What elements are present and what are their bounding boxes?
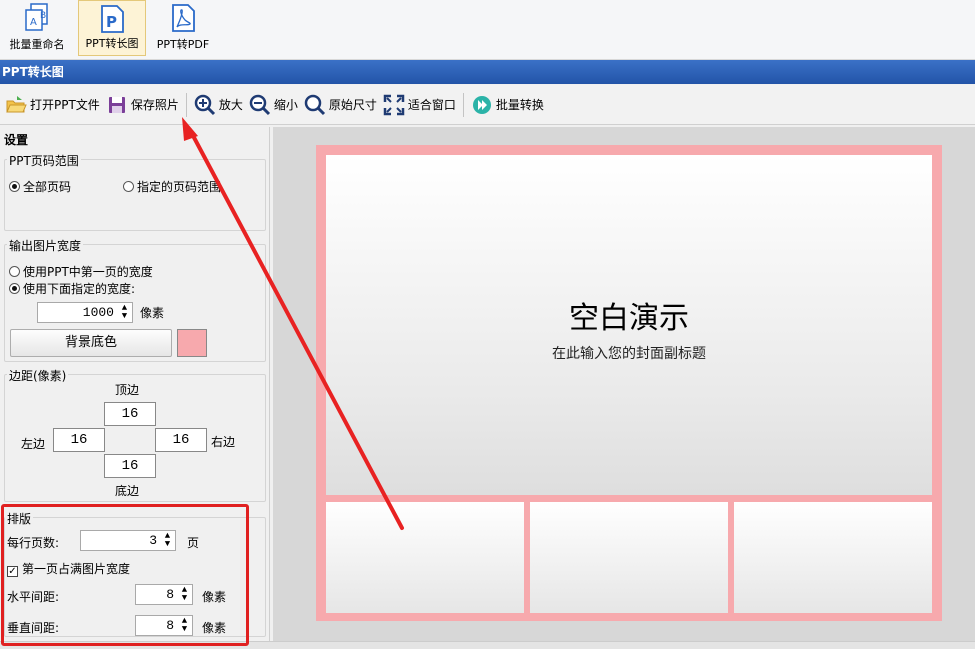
batch-rename-icon: A B [25, 3, 48, 31]
right-margin-label: 右边 [211, 435, 236, 449]
svg-text:P: P [106, 13, 117, 31]
settings-header: 设置 [4, 133, 29, 147]
left-margin-label: 左边 [21, 437, 46, 451]
slide-thumbnail [326, 502, 524, 613]
radio-all-pages-label: 全部页码 [23, 180, 72, 194]
radio-use-custom-label: 使用下面指定的宽度: [23, 282, 136, 296]
zoom-in-button[interactable]: 放大 [191, 90, 246, 120]
slide-subtitle: 在此输入您的封面副标题 [552, 346, 706, 362]
ribbon-batch-rename-button[interactable]: A B 批量重命名 [2, 0, 72, 56]
open-folder-icon [6, 95, 27, 112]
toolbar: 打开PPT文件 保存照片 放大 缩小 原始尺寸 适合窗口 批量转换 [0, 85, 975, 125]
batch-convert-button[interactable]: 批量转换 [468, 90, 547, 120]
slide-thumbnail [530, 502, 728, 613]
radio-use-first-label: 使用PPT中第一页的宽度 [23, 265, 153, 279]
slide-title: 空白演示 [569, 301, 689, 336]
preview-area[interactable]: 空白演示 在此输入您的封面副标题 [273, 127, 975, 641]
margins-title: 边距(像素) [7, 367, 69, 384]
highlight-box [1, 504, 249, 646]
background-color-swatch[interactable] [177, 329, 207, 357]
ribbon-label: 批量重命名 [9, 38, 65, 51]
margins-group: 边距(像素) 顶边 16 左边 16 16 右边 16 底边 [4, 367, 266, 502]
ribbon-ppt-long-image-button[interactable]: P PPT转长图 [78, 0, 146, 56]
top-margin-input[interactable]: 16 [104, 402, 156, 426]
zoom-out-button[interactable]: 缩小 [246, 90, 301, 120]
bottom-margin-label: 底边 [115, 484, 140, 498]
output-width-group: 输出图片宽度 使用PPT中第一页的宽度 使用下面指定的宽度: 1000 ▲ ▼ 像… [4, 237, 266, 362]
radio-button[interactable] [9, 283, 20, 294]
ppt-icon: P [101, 5, 124, 33]
fit-window-label: 适合窗口 [407, 98, 456, 112]
background-color-label: 背景底色 [64, 335, 117, 350]
save-photo-label: 保存照片 [130, 98, 179, 112]
radio-button[interactable] [9, 266, 20, 277]
width-unit: 像素 [140, 306, 165, 320]
page-range-title: PPT页码范围 [7, 152, 81, 169]
radio-button[interactable] [9, 181, 20, 192]
fit-window-button[interactable]: 适合窗口 [380, 90, 459, 120]
panel-title: PPT转长图 [2, 65, 64, 79]
toolbar-separator [462, 92, 464, 117]
left-margin-input[interactable]: 16 [53, 428, 105, 452]
ribbon-ppt-to-pdf-button[interactable]: PPT转PDF [150, 0, 216, 56]
ribbon: A B 批量重命名 P PPT转长图 PPT转PDF [0, 0, 975, 60]
radio-use-first-page-width[interactable]: 使用PPT中第一页的宽度 [9, 263, 153, 280]
zoom-out-label: 缩小 [273, 98, 298, 112]
open-ppt-button[interactable]: 打开PPT文件 [2, 90, 103, 120]
app-window: A B 批量重命名 P PPT转长图 PPT转PDF PPT转长图 打开PPT文… [0, 0, 975, 649]
fit-window-icon [383, 94, 405, 115]
output-width-title: 输出图片宽度 [7, 237, 84, 254]
right-margin-input[interactable]: 16 [155, 428, 207, 452]
open-ppt-label: 打开PPT文件 [30, 98, 100, 112]
batch-convert-label: 批量转换 [495, 98, 544, 112]
batch-convert-icon [472, 95, 491, 114]
magnifier-icon [304, 94, 325, 115]
pdf-icon [172, 4, 195, 32]
zoom-in-icon [194, 94, 215, 115]
original-size-button[interactable]: 原始尺寸 [301, 90, 380, 120]
width-spinner[interactable]: 1000 ▲ ▼ [37, 302, 133, 323]
ribbon-label: PPT转长图 [85, 37, 139, 50]
slide-cover: 空白演示 在此输入您的封面副标题 [326, 155, 932, 495]
svg-text:B: B [40, 11, 46, 21]
svg-text:A: A [30, 17, 37, 28]
radio-all-pages[interactable]: 全部页码 [9, 178, 71, 195]
radio-button[interactable] [123, 181, 134, 192]
long-image-preview: 空白演示 在此输入您的封面副标题 [316, 145, 942, 621]
toolbar-separator [185, 92, 187, 117]
save-icon [108, 96, 125, 113]
original-size-label: 原始尺寸 [328, 98, 377, 112]
top-margin-label: 顶边 [115, 383, 140, 397]
spinner-arrows-icon[interactable]: ▲ ▼ [120, 304, 129, 321]
zoom-in-label: 放大 [218, 98, 243, 112]
background-color-button[interactable]: 背景底色 [10, 329, 172, 357]
radio-specified-range[interactable]: 指定的页码范围 [123, 178, 221, 195]
ribbon-label: PPT转PDF [156, 38, 210, 51]
bottom-margin-input[interactable]: 16 [104, 454, 156, 478]
panel-title-bar: PPT转长图 [0, 60, 975, 84]
radio-use-custom-width[interactable]: 使用下面指定的宽度: [9, 280, 135, 297]
radio-specified-range-label: 指定的页码范围 [137, 180, 222, 194]
width-value: 1000 [82, 305, 114, 320]
zoom-out-icon [249, 94, 270, 115]
slide-thumbnail [734, 502, 932, 613]
page-range-group: PPT页码范围 全部页码 指定的页码范围 [4, 152, 266, 231]
save-photo-button[interactable]: 保存照片 [103, 90, 182, 120]
